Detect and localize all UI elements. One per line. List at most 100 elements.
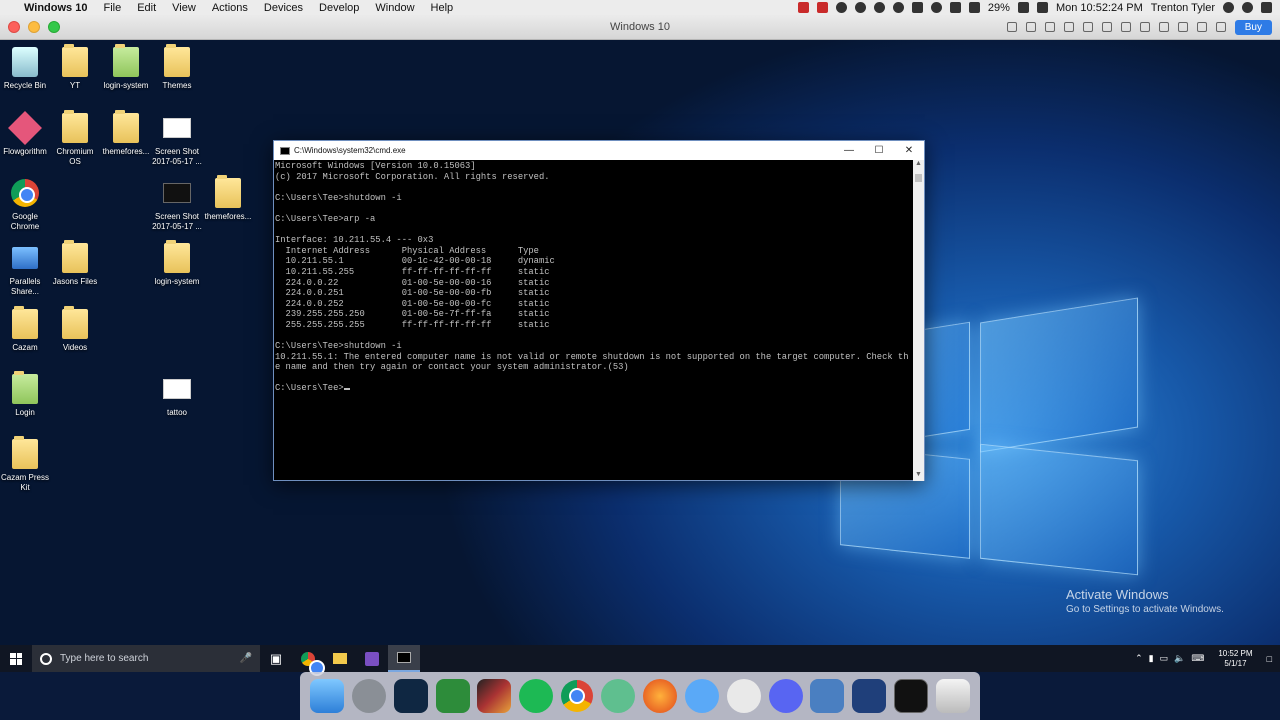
desktop-icon-screenshot-1[interactable]: Screen Shot 2017-05-17 ... (152, 112, 202, 167)
close-window-button[interactable] (8, 21, 20, 33)
taskbar-search[interactable]: Type here to search 🎤 (32, 645, 260, 672)
menu-actions[interactable]: Actions (204, 2, 256, 14)
parallels-status-icon[interactable] (816, 2, 828, 13)
recording-icon[interactable] (797, 2, 809, 13)
finder-icon[interactable] (309, 679, 344, 713)
gear-icon[interactable] (1215, 22, 1226, 32)
taskbar-cmd[interactable] (388, 645, 420, 672)
atom-icon[interactable] (601, 679, 636, 713)
display-icon[interactable]: ▭ (1160, 653, 1169, 664)
battery-percent[interactable]: 29% (988, 2, 1010, 14)
microphone-icon[interactable]: 🎤 (240, 653, 252, 664)
buy-button[interactable]: Buy (1234, 19, 1272, 35)
airplay-icon[interactable] (949, 2, 961, 13)
location-icon[interactable] (835, 2, 847, 13)
volume-icon[interactable] (968, 2, 980, 13)
system-preferences-icon[interactable] (351, 679, 386, 713)
messages-icon[interactable] (684, 679, 719, 713)
user-name[interactable]: Trenton Tyler (1151, 2, 1215, 14)
show-hidden-icons[interactable]: ⌃ (1135, 653, 1143, 664)
desktop-icon-yt[interactable]: YT (50, 44, 100, 91)
display-icon[interactable] (1158, 22, 1169, 32)
time-machine-icon[interactable] (892, 2, 904, 13)
discord-icon[interactable] (768, 679, 803, 713)
menu-help[interactable]: Help (423, 2, 462, 14)
network-icon[interactable] (1082, 22, 1093, 32)
desktop-icon-jasons-files[interactable]: Jasons Files (50, 240, 100, 287)
desktop-icon-cazam[interactable]: Cazam (0, 306, 50, 353)
fullscreen-window-button[interactable] (48, 21, 60, 33)
vertical-scrollbar[interactable]: ▲ ▼ (913, 160, 924, 481)
camera-icon[interactable] (1044, 22, 1055, 32)
camtasia-icon[interactable] (435, 679, 470, 713)
microphone-icon[interactable] (1025, 22, 1036, 32)
sequel-pro-icon[interactable] (726, 679, 761, 713)
desktop-icon-login-system-2[interactable]: login-system (152, 240, 202, 287)
desktop-icon-tattoo[interactable]: tattoo (152, 373, 202, 418)
desktop-icon-themeforest[interactable]: themefores... (101, 110, 151, 157)
siri-icon[interactable] (1242, 2, 1253, 13)
menu-view[interactable]: View (164, 2, 204, 14)
creative-cloud-icon[interactable] (854, 2, 866, 13)
taskbar-visual-studio[interactable] (356, 645, 388, 672)
app-menu[interactable]: Windows 10 (16, 2, 95, 14)
scroll-up-arrow[interactable]: ▲ (913, 160, 924, 170)
cd-icon[interactable] (1196, 22, 1207, 32)
desktop-icon-themeforest-2[interactable]: themefores... (203, 175, 253, 222)
keyboard-icon[interactable] (1006, 22, 1017, 32)
console-output[interactable]: Microsoft Windows [Version 10.0.15063] (c… (274, 160, 914, 481)
taskbar-chrome[interactable] (292, 645, 325, 676)
final-cut-icon[interactable] (477, 679, 512, 713)
desktop-icon-chromium-os[interactable]: Chromium OS (50, 110, 100, 167)
wifi-icon[interactable] (930, 2, 942, 13)
flag-icon[interactable] (1036, 2, 1048, 13)
bluetooth-icon[interactable] (911, 2, 923, 13)
desktop-icon-screenshot-2[interactable]: Screen Shot 2017-05-17 ... (152, 177, 202, 232)
start-button[interactable] (0, 645, 32, 672)
desktop-icon-themes[interactable]: Themes (152, 44, 202, 91)
parallels-icon[interactable] (810, 679, 845, 713)
spotlight-icon[interactable] (1223, 2, 1234, 13)
cmd-titlebar[interactable]: C:\Windows\system32\cmd.exe — ☐ ✕ (274, 141, 924, 160)
desktop-icon-videos[interactable]: Videos (50, 306, 100, 353)
sync-icon[interactable] (873, 2, 885, 13)
maximize-button[interactable]: ☐ (864, 145, 894, 156)
desktop-icon-parallels-share[interactable]: Parallels Share... (0, 242, 50, 297)
scrollbar-thumb[interactable] (915, 174, 922, 182)
desktop-icon-recycle-bin[interactable]: Recycle Bin (0, 46, 50, 91)
desktop-icon-cazam-press-kit[interactable]: Cazam Press Kit (0, 436, 50, 493)
terminal-icon[interactable] (894, 679, 929, 713)
virtualbox-icon[interactable] (852, 679, 887, 713)
shared-folder-icon[interactable] (1120, 22, 1131, 32)
task-view-button[interactable]: ▣ (260, 645, 292, 672)
menu-devices[interactable]: Devices (256, 2, 311, 14)
printer-icon[interactable] (1139, 22, 1150, 32)
battery-icon[interactable] (1017, 2, 1029, 13)
menu-develop[interactable]: Develop (311, 2, 367, 14)
minimize-window-button[interactable] (28, 21, 40, 33)
usb-icon[interactable] (1063, 22, 1074, 32)
desktop-icon-login[interactable]: Login (0, 371, 50, 418)
desktop-icon-login-system[interactable]: login-system (101, 44, 151, 91)
back-icon[interactable] (1177, 22, 1188, 32)
desktop-icon-google-chrome[interactable]: Google Chrome (0, 177, 50, 232)
taskbar-clock[interactable]: 10:52 PM 5/1/17 (1210, 649, 1260, 669)
menu-window[interactable]: Window (367, 2, 422, 14)
notification-center-icon[interactable] (1261, 2, 1272, 13)
photoshop-icon[interactable] (393, 679, 428, 713)
sound-icon[interactable] (1101, 22, 1112, 32)
spotify-icon[interactable] (519, 679, 554, 713)
minimize-button[interactable]: — (834, 145, 864, 156)
menu-edit[interactable]: Edit (129, 2, 164, 14)
close-button[interactable]: ✕ (894, 145, 924, 156)
chrome-icon[interactable] (561, 680, 594, 712)
trash-icon[interactable] (936, 679, 971, 713)
cmd-window[interactable]: C:\Windows\system32\cmd.exe — ☐ ✕ Micros… (273, 140, 925, 481)
taskbar-file-explorer[interactable] (324, 645, 356, 672)
menu-file[interactable]: File (95, 2, 129, 14)
desktop-icon-flowgorithm[interactable]: Flowgorithm (0, 111, 50, 157)
firefox-icon[interactable] (642, 679, 677, 713)
keyboard-icon[interactable]: ⌨ (1191, 653, 1204, 664)
volume-icon[interactable]: 🔈 (1174, 653, 1185, 664)
action-center-icon[interactable]: □ (1267, 654, 1272, 664)
